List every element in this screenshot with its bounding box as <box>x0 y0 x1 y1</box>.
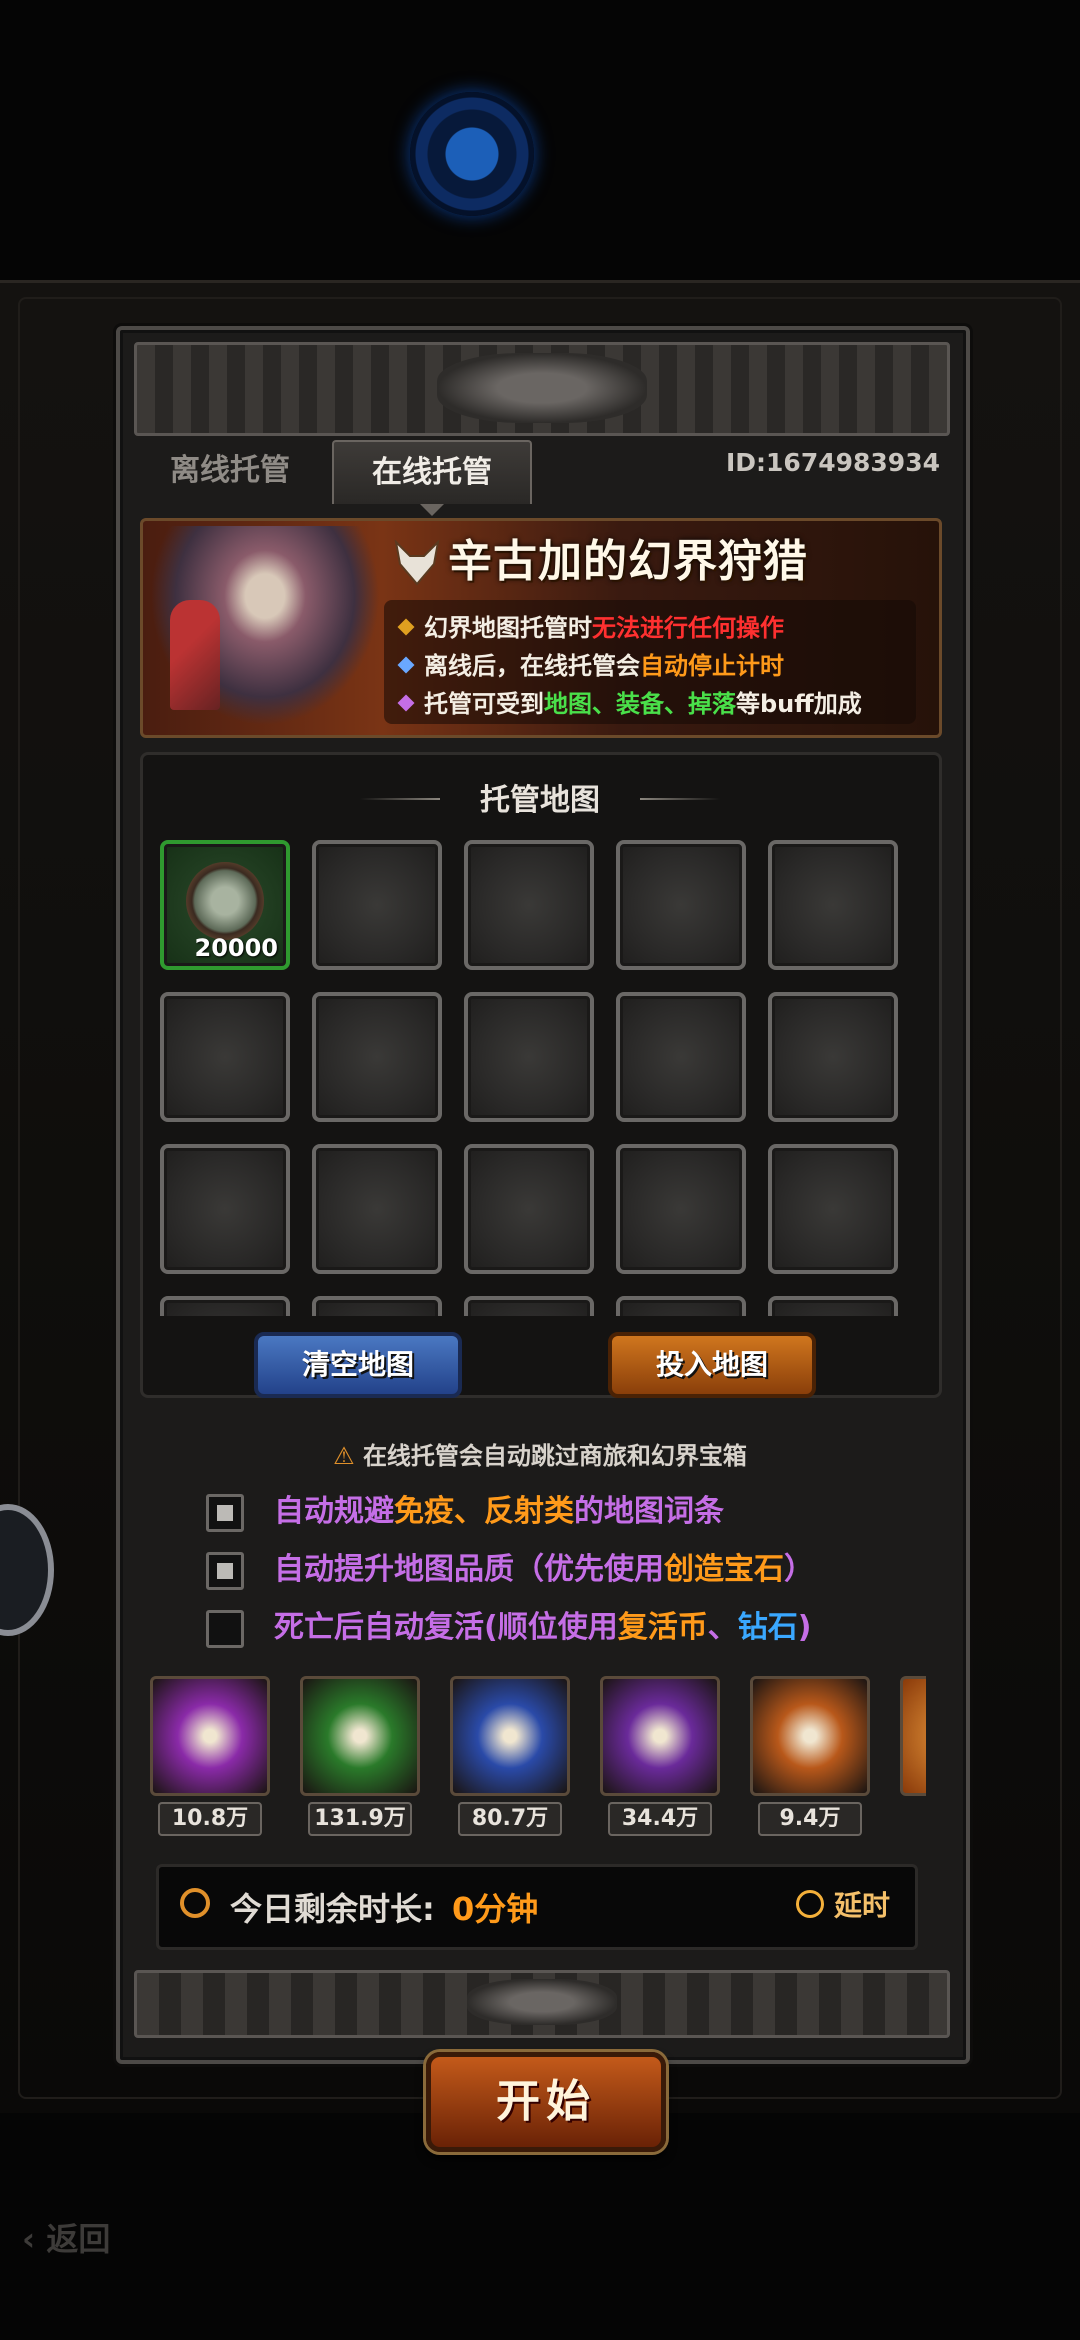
map-slot-empty[interactable] <box>616 1144 746 1274</box>
map-slot-count: 20000 <box>194 934 279 962</box>
orange-cube-icon <box>750 1676 870 1796</box>
map-slot-grid[interactable]: 20000 <box>160 840 920 1316</box>
back-label: 返回 <box>46 2220 111 2258</box>
banner-note: 离线后，在线托管会自动停止计时 <box>397 646 784 681</box>
map-stone-icon <box>186 862 264 940</box>
warning-icon: ⚠ <box>333 1442 363 1470</box>
map-slot-empty[interactable] <box>312 992 442 1122</box>
option-label-text: 免疫、反射类 <box>394 1494 574 1529</box>
option-row[interactable]: 自动提升地图品质（优先使用创造宝石） <box>206 1544 814 1590</box>
top-ornament <box>134 342 950 436</box>
option-label-text: 死亡后自动复活(顺位使用 <box>274 1610 618 1645</box>
map-slot-filled[interactable]: 20000 <box>160 840 290 970</box>
timer-value: 0分钟 <box>452 1890 539 1928</box>
title-divider-right <box>640 798 720 800</box>
resource-item[interactable]: 34.4万 <box>600 1676 720 1836</box>
map-slot-empty[interactable] <box>312 1144 442 1274</box>
extend-time-button[interactable]: 延时 <box>794 1884 944 1924</box>
purple-energy-orb-icon <box>150 1676 270 1796</box>
tab-offline[interactable]: 离线托管 <box>140 440 320 502</box>
stopwatch-icon <box>180 1888 210 1918</box>
map-slot-empty[interactable] <box>616 992 746 1122</box>
option-checkbox[interactable] <box>206 1493 244 1532</box>
map-slot-empty[interactable] <box>312 1296 442 1316</box>
orange-item-icon <box>900 1676 926 1796</box>
start-button[interactable]: 开始 <box>426 2052 666 2152</box>
resource-count: 34.4万 <box>608 1802 712 1836</box>
banner-note-text: 幻界地图托管时 <box>424 614 592 642</box>
resource-count: 9.4万 <box>758 1802 862 1836</box>
map-slot-empty[interactable] <box>160 1144 290 1274</box>
option-label-text: 钻石 <box>737 1610 798 1645</box>
user-id: ID:1674983934 <box>725 448 940 477</box>
banner-note-text: 托管可受到 <box>424 690 544 718</box>
map-slot-empty[interactable] <box>768 840 898 970</box>
title-divider-left <box>360 798 440 800</box>
back-button[interactable]: ‹ 返回 <box>22 2214 110 2260</box>
map-slot-empty[interactable] <box>768 1144 898 1274</box>
resource-item[interactable]: 131.9万 <box>300 1676 420 1836</box>
map-slot-empty[interactable] <box>464 840 594 970</box>
option-row[interactable]: 自动规避免疫、反射类的地图词条 <box>206 1486 724 1532</box>
map-slot-empty[interactable] <box>616 840 746 970</box>
banner-note: 幻界地图托管时无法进行任何操作 <box>397 608 784 643</box>
resource-count: 10.8万 <box>158 1802 262 1836</box>
diamond-bullet-icon <box>397 694 415 712</box>
blue-crystal-icon <box>450 1676 570 1796</box>
banner-note-text: 离线后，在线托管会 <box>424 652 640 680</box>
banner-title: 辛古加的幻界狩猎 <box>448 536 808 587</box>
resource-item[interactable]: 9.4万 <box>750 1676 870 1836</box>
option-checkbox[interactable] <box>206 1609 244 1648</box>
bottom-ornament <box>134 1970 950 2038</box>
banner-note-text: 地图、装备、掉落 <box>544 690 736 718</box>
option-row[interactable]: 死亡后自动复活(顺位使用复活币、钻石) <box>206 1602 811 1648</box>
map-slot-empty[interactable] <box>768 1296 898 1316</box>
banner-note-text: 等buff加成 <box>736 690 862 718</box>
map-slot-empty[interactable] <box>160 1296 290 1316</box>
banner-note: 托管可受到地图、装备、掉落等buff加成 <box>397 684 862 719</box>
resource-item[interactable]: 10.8万 <box>150 1676 270 1836</box>
tab-online[interactable]: 在线托管 <box>332 440 532 516</box>
option-label-text: 自动规避 <box>274 1494 394 1529</box>
floating-orb-icon[interactable] <box>410 92 534 216</box>
resource-count: 131.9万 <box>308 1802 412 1836</box>
resource-item[interactable]: 80.7万 <box>450 1676 570 1836</box>
map-slot-empty[interactable] <box>160 992 290 1122</box>
hero-axe-icon <box>170 600 220 710</box>
map-slot-empty[interactable] <box>464 1144 594 1274</box>
option-label-text: 的地图词条 <box>574 1494 724 1529</box>
option-label-text: ) <box>797 1610 812 1645</box>
auto-skip-note: ⚠ 在线托管会自动跳过商旅和幻界宝箱 <box>200 1436 880 1471</box>
option-checkbox[interactable] <box>206 1551 244 1590</box>
banner-note-text: 无法进行任何操作 <box>592 614 784 642</box>
map-slot-empty[interactable] <box>464 1296 594 1316</box>
green-crystal-icon <box>300 1676 420 1796</box>
clear-maps-button[interactable]: 清空地图 <box>254 1332 462 1398</box>
diamond-bullet-icon <box>397 656 415 674</box>
option-label-text: 创造宝石 <box>664 1552 784 1587</box>
auto-skip-note-text: 在线托管会自动跳过商旅和幻界宝箱 <box>362 1442 747 1470</box>
map-slot-empty[interactable] <box>768 992 898 1122</box>
timer-label: 今日剩余时长: <box>230 1890 435 1928</box>
insert-map-button[interactable]: 投入地图 <box>608 1332 816 1398</box>
purple-gem-icon <box>600 1676 720 1796</box>
resource-bar[interactable]: 10.8万 131.9万 80.7万 34.4万 9.4万 <box>150 1676 926 1836</box>
map-slot-empty[interactable] <box>616 1296 746 1316</box>
map-slot-empty[interactable] <box>464 992 594 1122</box>
resource-item-partial[interactable] <box>900 1676 926 1796</box>
option-label-text: ） <box>784 1552 814 1587</box>
option-label-text: 自动提升地图品质（优先使用 <box>274 1552 664 1587</box>
option-label-text: 、 <box>707 1610 738 1645</box>
diamond-bullet-icon <box>397 618 415 636</box>
resource-count: 80.7万 <box>458 1802 562 1836</box>
map-slot-empty[interactable] <box>312 840 442 970</box>
option-label-text: 复活币 <box>617 1610 708 1645</box>
banner-note-text: 自动停止计时 <box>640 652 784 680</box>
map-section-title: 托管地图 <box>480 783 600 818</box>
